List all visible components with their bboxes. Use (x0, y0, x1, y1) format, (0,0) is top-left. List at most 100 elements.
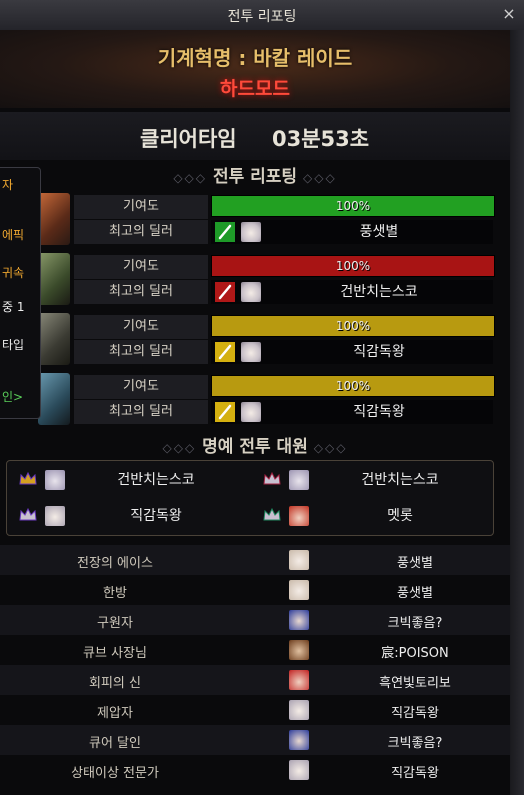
window-titlebar: 전투 리포팅 × (0, 0, 524, 31)
member-name: 직감독왕 (130, 508, 182, 524)
side-item-panel[interactable]: 자 에픽 귀속 중 1 타입 인> (0, 167, 41, 419)
award-player-name: 宸:POISON (381, 646, 449, 661)
crown-icon (19, 507, 37, 521)
award-avatar (289, 760, 309, 780)
crown-icon (263, 471, 281, 485)
honor-member[interactable]: 멧롯 (255, 501, 485, 531)
honor-members-box: 건반치는스코 건반치는스코 직감독왕 멧롯 (6, 460, 494, 536)
weapon-icon (215, 222, 235, 242)
award-row: 큐어 달인 크빅좋음? (0, 725, 510, 755)
report-section-header: ◇◇◇ 전투 리포팅 ◇◇◇ (0, 162, 510, 187)
side-panel-text: 중 1 (2, 300, 25, 314)
report-row: 기여도 100% 최고의 딜러 직감독왕 (0, 373, 510, 429)
honor-section-header: ◇◇◇ 명예 전투 대원 ◇◇◇ (0, 432, 510, 457)
member-avatar (289, 506, 309, 526)
side-panel-text: 에픽 (2, 228, 25, 242)
ornament-icon: ◇◇◇ (313, 441, 348, 455)
contribution-label: 기여도 (74, 255, 208, 279)
top-dealer-box: 풍샛별 (211, 220, 493, 244)
side-panel-text: 인> (2, 390, 24, 404)
award-row: 한방 풍샛별 (0, 575, 510, 605)
report-row: 기여도 100% 최고의 딜러 풍샛별 (0, 193, 510, 249)
contribution-bar: 100% (211, 375, 495, 397)
member-avatar (45, 470, 65, 490)
clear-time-value: 03분53초 (272, 127, 370, 151)
award-player-name: 직감독왕 (391, 706, 439, 721)
window-title: 전투 리포팅 (227, 9, 297, 25)
dealer-name: 풍샛별 (359, 224, 399, 240)
award-avatar (289, 640, 309, 660)
contribution-bar: 100% (211, 255, 495, 277)
raid-header: 기계혁명 : 바칼 레이드 하드모드 (0, 30, 510, 108)
ornament-icon: ◇◇◇ (162, 441, 197, 455)
award-avatar (289, 550, 309, 570)
close-icon[interactable]: × (500, 5, 518, 23)
top-dealer-label: 최고의 딜러 (74, 220, 208, 244)
contribution-label: 기여도 (74, 375, 208, 399)
raid-name: 기계혁명 : 바칼 레이드 (157, 46, 353, 70)
award-title: 제압자 (97, 706, 133, 721)
honor-section-title: 명예 전투 대원 (202, 437, 308, 457)
report-row: 기여도 100% 최고의 딜러 건반치는스코 (0, 253, 510, 309)
honor-member[interactable]: 건반치는스코 (255, 465, 485, 495)
honor-member[interactable]: 직감독왕 (11, 501, 241, 531)
weapon-icon (215, 282, 235, 302)
report-section-title: 전투 리포팅 (212, 167, 298, 187)
award-row: 전장의 에이스 풍샛별 (0, 545, 510, 575)
ornament-icon: ◇◇◇ (302, 171, 337, 185)
award-avatar (289, 730, 309, 750)
contribution-label: 기여도 (74, 315, 208, 339)
contribution-percent: 100% (335, 319, 371, 333)
top-dealer-label: 최고의 딜러 (74, 400, 208, 424)
award-title: 전장의 에이스 (77, 556, 153, 571)
contribution-percent: 100% (335, 199, 371, 213)
dealer-avatar (241, 222, 261, 242)
member-avatar (289, 470, 309, 490)
contribution-bar: 100% (211, 195, 495, 217)
member-avatar (45, 506, 65, 526)
weapon-icon (215, 342, 235, 362)
raid-mode: 하드모드 (220, 78, 290, 100)
award-title: 큐어 달인 (89, 736, 141, 751)
character-portrait (38, 193, 70, 245)
dealer-avatar (241, 282, 261, 302)
top-dealer-label: 최고의 딜러 (74, 280, 208, 304)
side-panel-text: 자 (2, 178, 14, 192)
contribution-label: 기여도 (74, 195, 208, 219)
character-portrait (38, 373, 70, 425)
top-dealer-box: 직감독왕 (211, 400, 493, 424)
clear-time-panel: 클리어타임 03분53초 (0, 112, 510, 160)
contribution-percent: 100% (335, 379, 371, 393)
member-name: 멧롯 (387, 508, 413, 524)
ornament-icon: ◇◇◇ (173, 171, 208, 185)
crown-icon (263, 507, 281, 521)
award-player-name: 크빅좋음? (387, 736, 443, 751)
award-avatar (289, 610, 309, 630)
window-right-edge (510, 30, 524, 795)
dealer-name: 직감독왕 (353, 404, 405, 420)
character-portrait (38, 253, 70, 305)
award-row: 큐브 사장님 宸:POISON (0, 635, 510, 665)
award-player-name: 크빅좋음? (387, 616, 443, 631)
dealer-name: 직감독왕 (353, 344, 405, 360)
award-title: 큐브 사장님 (83, 646, 147, 661)
award-row: 상태이상 전문가 직감독왕 (0, 755, 510, 785)
side-panel-text: 귀속 (2, 266, 25, 280)
award-row: 회피의 신 흑연빛토리보 (0, 665, 510, 695)
dealer-avatar (241, 342, 261, 362)
weapon-icon (215, 402, 235, 422)
award-title: 구원자 (97, 616, 133, 631)
honor-member[interactable]: 건반치는스코 (11, 465, 241, 495)
award-title: 회피의 신 (89, 676, 141, 691)
award-avatar (289, 670, 309, 690)
side-panel-text: 타입 (2, 338, 25, 352)
top-dealer-box: 직감독왕 (211, 340, 493, 364)
award-player-name: 풍샛별 (397, 586, 433, 601)
member-name: 건반치는스코 (117, 472, 195, 488)
top-dealer-box: 건반치는스코 (211, 280, 493, 304)
award-player-name: 직감독왕 (391, 766, 439, 781)
report-row: 기여도 100% 최고의 딜러 직감독왕 (0, 313, 510, 369)
award-title: 한방 (103, 586, 127, 601)
member-name: 건반치는스코 (361, 472, 439, 488)
dealer-name: 건반치는스코 (340, 284, 418, 300)
